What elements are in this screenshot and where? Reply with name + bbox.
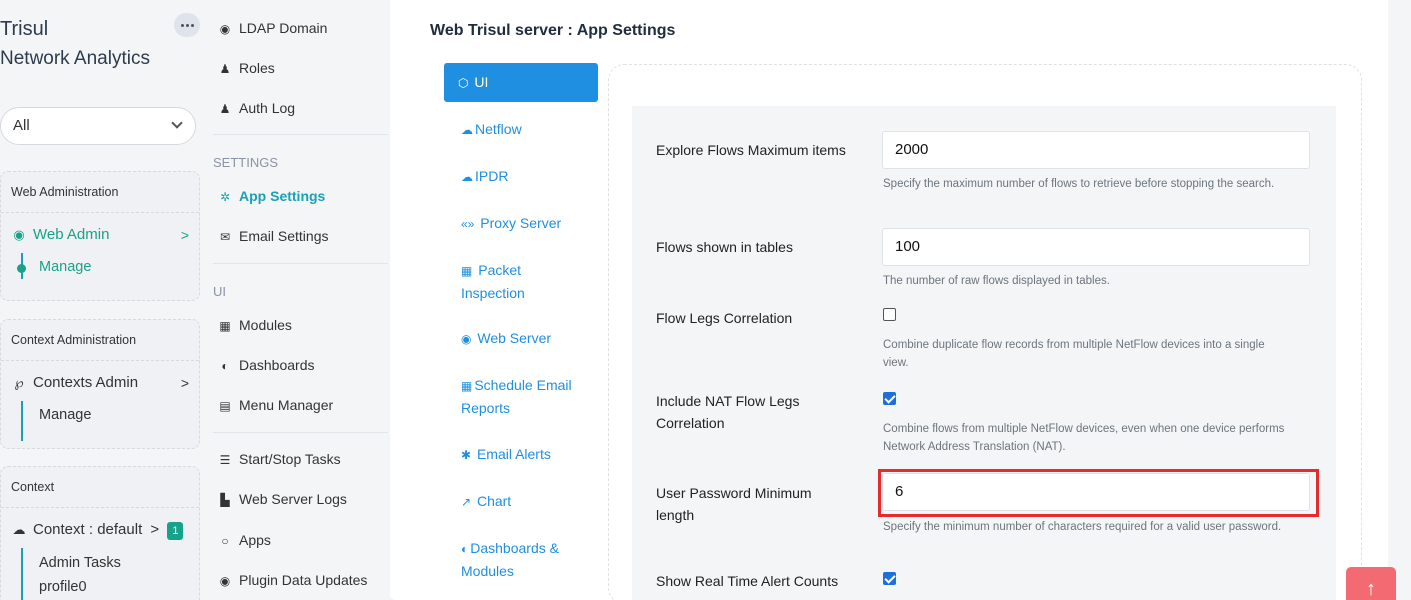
user-secret-icon: ♟ (219, 102, 231, 116)
menu-item-email-settings[interactable]: ✉ Email Settings (217, 226, 329, 246)
hexagon-icon: ⬡ (458, 76, 469, 90)
globe-icon: ◉ (219, 574, 231, 588)
brand-subtitle: Network Analytics (0, 48, 150, 69)
tachometer-icon: ◐ (461, 542, 469, 556)
brand-title: Trisul (0, 18, 49, 40)
tab-ui[interactable]: ⬡ UI (444, 63, 598, 102)
section-settings: SETTINGS (213, 155, 279, 170)
menu-item-ldap[interactable]: ◉ LDAP Domain (217, 18, 328, 38)
context-card: Context ☁ Context : default > 1 Admin Tas… (0, 466, 200, 600)
flow-legs-label: Flow Legs Correlation (656, 310, 793, 326)
sidebar-item-contexts-admin[interactable]: ℘ Contexts Admin > (1, 365, 199, 401)
sidebar-sub-manage-context[interactable]: Manage (1, 401, 199, 441)
page-title: Web Trisul server : App Settings (430, 22, 676, 39)
chevron-right-icon: > (180, 227, 189, 243)
ellipsis-icon (180, 23, 184, 27)
tab-netflow[interactable]: ☁ Netflow (444, 118, 598, 141)
menu-item-roles[interactable]: ♟ Roles (217, 58, 275, 78)
brand[interactable]: Trisul Network Analytics (0, 14, 150, 74)
explore-flows-help: Specify the maximum number of flows to r… (883, 178, 1275, 190)
menu-item-web-server-logs[interactable]: ▙ Web Server Logs (217, 489, 347, 509)
menu-item-start-stop[interactable]: ☰ Start/Stop Tasks (217, 449, 341, 469)
admin-menu: ◉ LDAP Domain ♟ Roles ♟ Auth Log SETTINGS ✲… (205, 0, 388, 600)
globe-icon: ◉ (219, 22, 231, 36)
chevron-right-icon: > (150, 521, 160, 538)
user-icon: ♟ (219, 62, 231, 76)
nat-legs-help: Combine flows from multiple NetFlow devi… (883, 423, 1285, 453)
tab-packet-inspection[interactable]: ▦ Packet Inspection (444, 259, 598, 304)
tasks-icon: ☰ (219, 453, 231, 467)
globe-icon: ◉ (13, 227, 25, 242)
context-select-value: All (13, 117, 30, 134)
menu-item-menu-manager[interactable]: ▤ Menu Manager (217, 395, 333, 415)
context-header: Context (1, 467, 199, 508)
context-select[interactable]: All (0, 107, 196, 145)
highlight-box (878, 469, 1319, 517)
arrow-up-icon: ↑ (1366, 578, 1376, 600)
flows-shown-input[interactable]: 100 (882, 228, 1310, 266)
tab-chart[interactable]: ↗ Chart (444, 490, 598, 513)
left-sidebar: Trisul Network Analytics All Web Adminis… (0, 0, 200, 600)
scroll-to-top-button[interactable]: ↑ (1346, 567, 1396, 600)
gear-icon: ✲ (219, 190, 231, 204)
sidebar-sub-manage[interactable]: Manage (1, 253, 199, 289)
flow-legs-help: Combine duplicate flow records from mult… (883, 339, 1265, 369)
file-icon: ▙ (220, 493, 230, 507)
tab-dashboards-modules[interactable]: ◐ Dashboards & Modules (444, 537, 598, 582)
code-icon: «» (461, 217, 475, 231)
menu-item-apps[interactable]: ○ Apps (217, 530, 271, 550)
flow-legs-checkbox[interactable] (883, 308, 896, 321)
active-dot-icon (17, 264, 26, 273)
more-options-button[interactable] (174, 13, 200, 37)
envelope-icon: ✉ (219, 230, 231, 244)
menu-item-app-settings[interactable]: ✲ App Settings (217, 186, 325, 206)
web-admin-header: Web Administration (1, 172, 199, 213)
nat-legs-label: Include NAT Flow Legs Correlation (656, 393, 800, 431)
tab-web-server[interactable]: ◉ Web Server (444, 327, 598, 350)
password-min-help: Specify the minimum number of characters… (883, 521, 1282, 533)
th-large-icon: ▦ (219, 319, 231, 333)
nat-legs-checkbox[interactable] (883, 392, 896, 405)
tab-schedule-email-reports[interactable]: ▦ Schedule Email Reports (444, 374, 598, 419)
main-card: Web Trisul server : App Settings ⬡ UI ☁ N… (390, 0, 1388, 600)
sidebar-item-web-admin[interactable]: ◉ Web Admin > (1, 217, 199, 253)
chevron-right-icon: > (180, 375, 189, 391)
explore-flows-input[interactable]: 2000 (882, 131, 1310, 169)
globe-icon: ◉ (461, 332, 472, 346)
sidebar-item-context-default[interactable]: ☁ Context : default > 1 (1, 512, 199, 548)
context-admin-card: Context Administration ℘ Contexts Admin >… (0, 319, 200, 449)
tab-email-alerts[interactable]: ✱ Email Alerts (444, 443, 598, 466)
th-icon: ▤ (219, 399, 231, 413)
bug-icon: ✱ (461, 448, 472, 462)
th-icon: ▦ (461, 264, 473, 278)
explore-flows-label: Explore Flows Maximum items (656, 142, 846, 158)
flows-shown-help: The number of raw flows displayed in tab… (883, 275, 1110, 287)
menu-item-plugin-updates[interactable]: ◉ Plugin Data Updates (217, 570, 368, 590)
context-admin-header: Context Administration (1, 320, 199, 361)
line-chart-icon: ↗ (461, 495, 472, 509)
github-icon: ○ (221, 534, 229, 548)
menu-item-modules[interactable]: ▦ Modules (217, 315, 292, 335)
cloud-icon: ☁ (461, 170, 473, 184)
chevron-down-icon (171, 117, 183, 129)
cloud-icon: ☁ (12, 522, 26, 537)
password-min-label: User Password Minimum length (656, 485, 812, 523)
sidebar-sub-profile0[interactable]: profile0 (1, 574, 199, 600)
menu-item-dashboards[interactable]: ◐ Dashboards (217, 355, 314, 375)
tab-ipdr[interactable]: ☁ IPDR (444, 165, 598, 188)
calendar-icon: ▦ (461, 379, 473, 393)
web-admin-card: Web Administration ◉ Web Admin > Manage (0, 171, 200, 301)
section-ui: UI (213, 284, 226, 299)
context-count-badge: 1 (167, 522, 184, 540)
tachometer-icon: ◐ (221, 359, 229, 373)
sidebar-sub-admin-tasks[interactable]: Admin Tasks (1, 548, 199, 574)
pin-icon: ℘ (14, 375, 24, 390)
menu-item-auth-log[interactable]: ♟ Auth Log (217, 98, 295, 118)
cloud-icon: ☁ (461, 123, 473, 137)
tab-proxy-server[interactable]: «» Proxy Server (444, 212, 598, 235)
realtime-alerts-label: Show Real Time Alert Counts (656, 573, 839, 589)
flows-shown-label: Flows shown in tables (656, 239, 793, 255)
realtime-alerts-checkbox[interactable] (883, 572, 896, 585)
